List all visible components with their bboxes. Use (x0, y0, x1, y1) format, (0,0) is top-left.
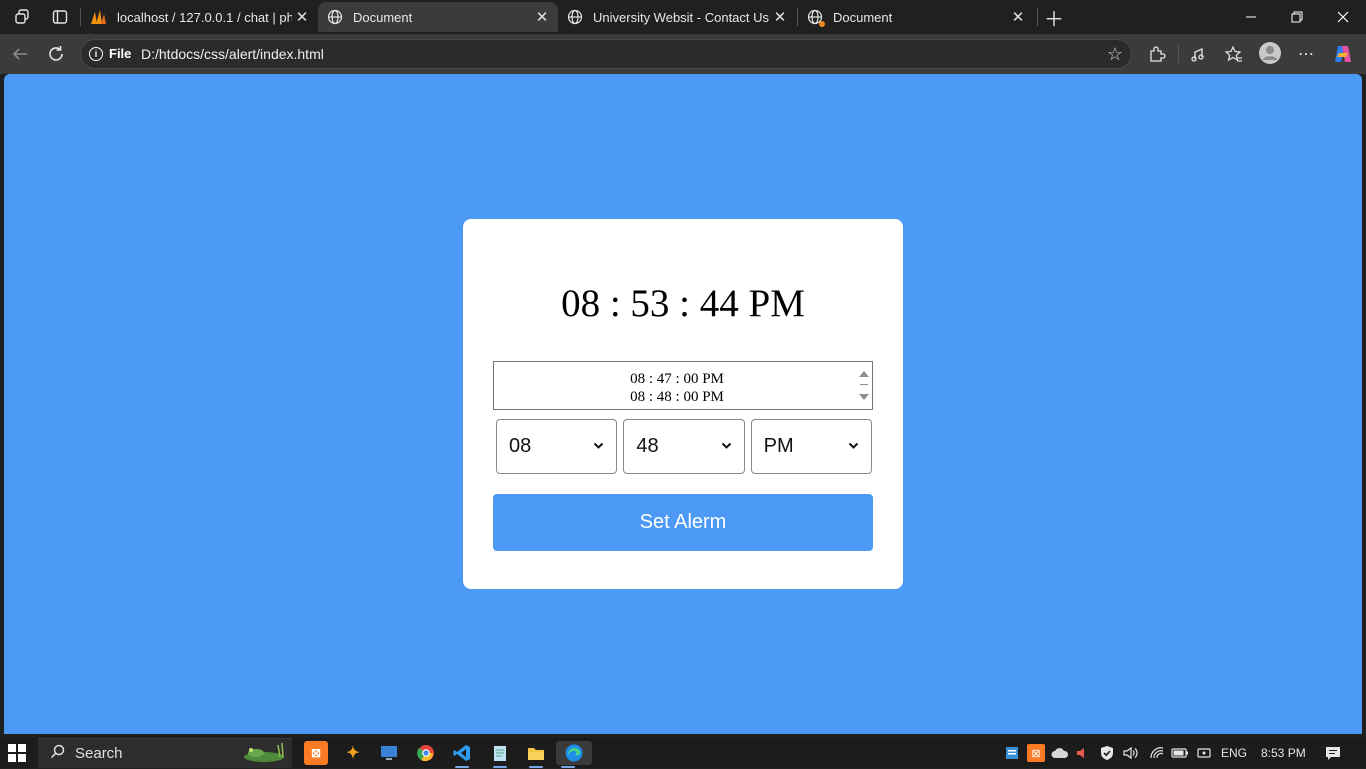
globe-icon (566, 8, 584, 26)
new-tab-icon[interactable]: ＋ (1043, 6, 1065, 31)
chevron-down-icon (593, 439, 604, 453)
vscode-icon[interactable] (450, 741, 474, 768)
scrollbar-thumb[interactable] (860, 384, 868, 385)
info-icon: i (89, 46, 103, 61)
extensions-icon[interactable] (1145, 42, 1169, 66)
search-icon (50, 744, 65, 763)
back-icon[interactable] (7, 42, 33, 66)
speaker-muted-icon[interactable] (1073, 744, 1091, 762)
tab-separator (80, 8, 81, 26)
read-aloud-icon[interactable] (1187, 42, 1211, 66)
onedrive-icon[interactable] (1051, 744, 1069, 762)
phpmyadmin-icon (90, 8, 108, 26)
system-clock[interactable]: 8:53 PM (1261, 746, 1306, 760)
page-viewport: 08 : 53 : 44 PM 08 : 47 : 00 PM 08 : 48 … (4, 74, 1362, 734)
search-placeholder: Search (75, 745, 123, 762)
file-explorer-icon[interactable] (524, 741, 548, 768)
hour-select[interactable]: 08 (496, 419, 618, 474)
xampp-icon[interactable]: ⊠ (304, 741, 328, 765)
globe-icon (326, 8, 344, 26)
globe-icon (806, 8, 825, 27)
alarm-item[interactable]: 08 : 48 : 00 PM (494, 388, 872, 406)
minute-select[interactable]: 48 (623, 419, 745, 474)
ampm-value: PM (763, 435, 794, 457)
search-highlight-frog-icon (240, 741, 288, 765)
restore-icon[interactable] (1274, 0, 1320, 34)
close-icon[interactable]: ✕ (1008, 7, 1028, 27)
more-options-icon[interactable]: ⋯ (1294, 42, 1318, 66)
activity-dot-icon (819, 21, 825, 27)
tab-actions-icon[interactable] (49, 6, 71, 28)
chrome-icon[interactable] (414, 741, 438, 765)
tab-title: Document (353, 9, 413, 25)
volume-icon[interactable] (1122, 744, 1140, 762)
security-shield-icon[interactable] (1098, 744, 1116, 762)
alarm-card: 08 : 53 : 44 PM 08 : 47 : 00 PM 08 : 48 … (463, 219, 903, 589)
set-alarm-button[interactable]: Set Alerm (493, 494, 873, 551)
tab-title: Document (833, 9, 893, 25)
copilot-icon[interactable] (1331, 42, 1355, 66)
browser-toolbar: i File D:/htdocs/css/alert/index.html ☆ … (0, 34, 1366, 74)
chevron-down-icon (848, 439, 859, 453)
tab-separator (1037, 8, 1038, 26)
profile-avatar[interactable] (1257, 40, 1283, 66)
current-time-display: 08 : 53 : 44 PM (561, 282, 805, 325)
ampm-select[interactable]: PM (750, 419, 872, 474)
favorites-icon[interactable] (1222, 42, 1246, 66)
tab-document[interactable]: Document ✕ (798, 2, 1034, 32)
tab-title: University Websit - Contact Us (593, 9, 770, 25)
tab-phpmyadmin[interactable]: localhost / 127.0.0.1 / chat | phpMyAdmi… (82, 2, 318, 32)
url-text[interactable]: D:/htdocs/css/alert/index.html (141, 46, 324, 62)
refresh-icon[interactable] (43, 42, 69, 66)
taskbar-search-box[interactable]: Search (38, 738, 292, 768)
xampp-tray-icon[interactable]: ⊠ (1027, 744, 1045, 762)
close-icon[interactable]: ✕ (292, 7, 312, 27)
address-bar[interactable]: i File D:/htdocs/css/alert/index.html ☆ (80, 39, 1132, 69)
windows-taskbar: Search ⊠ ✦ ⊠ ENG 8:53 PM (0, 738, 1366, 768)
workspaces-icon[interactable] (12, 6, 34, 28)
close-icon[interactable]: ✕ (770, 7, 790, 27)
cast-screen-icon[interactable] (1195, 744, 1213, 762)
minute-value: 48 (636, 435, 659, 457)
tab-university[interactable]: University Websit - Contact Us ✕ (558, 2, 796, 32)
chevron-down-icon (721, 439, 732, 453)
toolbar-separator (1178, 45, 1179, 63)
window-close-icon[interactable] (1320, 0, 1366, 34)
wifi-icon[interactable] (1148, 744, 1166, 762)
scroll-up-arrow-icon[interactable] (859, 371, 869, 377)
scheme-label: File (109, 46, 132, 61)
filezilla-bird-icon[interactable]: ✦ (341, 741, 365, 765)
alarm-item[interactable]: 08 : 47 : 00 PM (494, 370, 872, 388)
tab-title: localhost / 127.0.0.1 / chat | phpMyAdmi… (117, 9, 292, 25)
monitor-app-icon[interactable] (377, 741, 401, 765)
close-icon[interactable]: ✕ (532, 7, 552, 27)
alarm-list[interactable]: 08 : 47 : 00 PM 08 : 48 : 00 PM (493, 361, 873, 410)
phpstorm-tray-icon[interactable] (1003, 744, 1021, 762)
scroll-down-arrow-icon[interactable] (859, 394, 869, 400)
hour-value: 08 (509, 435, 532, 457)
edge-browser-icon[interactable] (556, 741, 592, 768)
site-info-button[interactable]: i File (89, 46, 131, 61)
time-selectors: 08 48 PM (496, 419, 872, 474)
notepad-icon[interactable] (488, 741, 512, 768)
input-language[interactable]: ENG (1221, 746, 1247, 760)
notifications-icon[interactable] (1324, 744, 1342, 762)
tab-document-active[interactable]: Document ✕ (318, 2, 558, 32)
browser-title-bar: localhost / 127.0.0.1 / chat | phpMyAdmi… (0, 0, 1366, 34)
minimize-icon[interactable] (1228, 0, 1274, 34)
favorite-star-icon[interactable]: ☆ (1107, 44, 1123, 65)
start-button-windows-icon[interactable] (8, 744, 26, 762)
battery-icon[interactable] (1171, 744, 1189, 762)
